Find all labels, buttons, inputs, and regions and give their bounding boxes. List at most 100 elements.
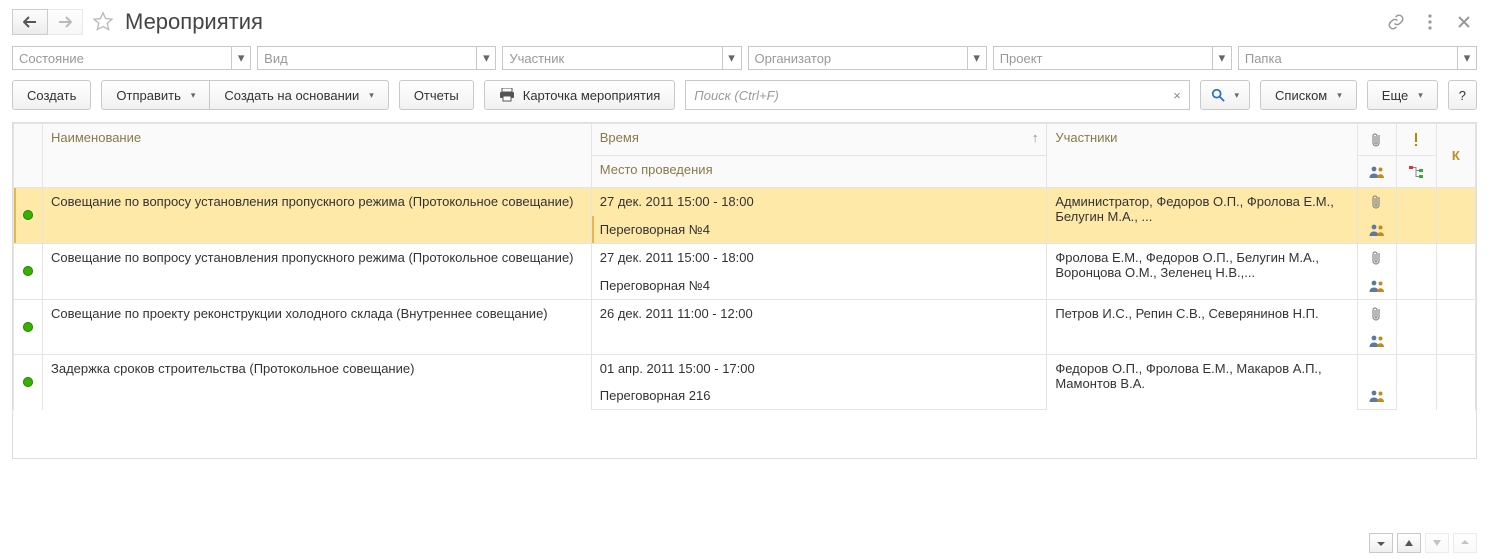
row-time: 26 дек. 2011 11:00 - 12:00: [591, 300, 1047, 329]
status-dot: [14, 188, 43, 244]
row-name: Совещание по вопросу установления пропус…: [42, 188, 591, 244]
print-card-button[interactable]: Карточка мероприятия: [484, 80, 676, 110]
chevron-down-icon[interactable]: ▾: [231, 46, 251, 70]
col-name[interactable]: Наименование: [42, 124, 591, 188]
reports-button[interactable]: Отчеты: [399, 80, 474, 110]
search-go-button[interactable]: ▾: [1200, 80, 1251, 110]
hierarchy-icon: [1405, 165, 1427, 179]
row-members: Петров И.С., Репин С.В., Северянинов Н.П…: [1047, 300, 1358, 355]
favorite-star-icon[interactable]: [89, 8, 117, 36]
row-priority: [1397, 244, 1436, 300]
row-name: Совещание по проекту реконструкции холод…: [42, 300, 591, 355]
sort-asc-icon: ↑: [1032, 130, 1039, 145]
kebab-menu-icon[interactable]: [1417, 9, 1443, 35]
filter-project-input[interactable]: [993, 46, 1212, 70]
table-row[interactable]: Совещание по вопросу установления пропус…: [14, 188, 1476, 217]
help-button-label: ?: [1459, 88, 1466, 103]
row-attach: [1357, 355, 1396, 383]
filter-member[interactable]: ▾: [502, 46, 741, 70]
create-button[interactable]: Создать: [12, 80, 91, 110]
status-dot: [14, 355, 43, 410]
search-clear-button[interactable]: ×: [1166, 80, 1190, 110]
more-button-label: Еще: [1382, 88, 1408, 103]
send-button[interactable]: Отправить ▾: [101, 80, 210, 110]
chevron-down-icon[interactable]: ▾: [1212, 46, 1232, 70]
printer-icon: [499, 88, 515, 102]
page-title: Мероприятия: [125, 9, 263, 35]
row-people: [1357, 272, 1396, 300]
chevron-down-icon: ▾: [369, 90, 374, 101]
list-mode-button[interactable]: Списком▾: [1260, 80, 1357, 110]
row-attach: [1357, 188, 1396, 217]
chevron-down-icon[interactable]: ▾: [476, 46, 496, 70]
row-place: Переговорная №4: [591, 272, 1047, 300]
filter-folder-input[interactable]: [1238, 46, 1457, 70]
help-button[interactable]: ?: [1448, 80, 1477, 110]
filter-member-input[interactable]: [502, 46, 721, 70]
col-place[interactable]: Место проведения: [591, 156, 1047, 188]
create-based-label: Создать на основании: [224, 88, 359, 103]
row-place: Переговорная №4: [591, 216, 1047, 244]
titlebar: Мероприятия: [0, 0, 1489, 40]
filter-state-input[interactable]: [12, 46, 231, 70]
reports-button-label: Отчеты: [414, 88, 459, 103]
col-status[interactable]: [14, 124, 43, 188]
row-name: Совещание по вопросу установления пропус…: [42, 244, 591, 300]
row-name: Задержка сроков строительства (Протоколь…: [42, 355, 591, 410]
chevron-down-icon[interactable]: ▾: [1457, 46, 1477, 70]
grid-empty-space: [13, 410, 1476, 458]
search-input[interactable]: [685, 80, 1165, 110]
col-attach[interactable]: [1357, 124, 1396, 156]
people-icon: [1366, 389, 1388, 403]
row-place: [591, 328, 1047, 355]
more-button[interactable]: Еще ▾: [1367, 80, 1438, 110]
scroll-top-button[interactable]: [1369, 533, 1393, 553]
status-dot: [14, 300, 43, 355]
filter-folder[interactable]: ▾: [1238, 46, 1477, 70]
col-k[interactable]: К: [1436, 124, 1475, 188]
row-people: [1357, 216, 1396, 244]
chevron-down-icon[interactable]: ▾: [722, 46, 742, 70]
filter-organizer-input[interactable]: [748, 46, 967, 70]
paperclip-icon: [1366, 306, 1388, 322]
col-time[interactable]: Время↑: [591, 124, 1047, 156]
row-time: 27 дек. 2011 15:00 - 18:00: [591, 244, 1047, 273]
people-icon: [1366, 223, 1388, 237]
print-card-label: Карточка мероприятия: [523, 88, 661, 103]
filter-project[interactable]: ▾: [993, 46, 1232, 70]
row-priority: [1397, 355, 1436, 410]
row-k: [1436, 244, 1475, 300]
scroll-down-button: [1425, 533, 1449, 553]
nav-forward-button: [47, 9, 83, 35]
filter-kind-input[interactable]: [257, 46, 476, 70]
table-row[interactable]: Совещание по вопросу установления пропус…: [14, 244, 1476, 273]
search-box[interactable]: ×: [685, 80, 1189, 110]
col-members-icon[interactable]: [1357, 156, 1396, 188]
chevron-down-icon[interactable]: ▾: [967, 46, 987, 70]
col-priority[interactable]: [1397, 124, 1436, 156]
table-row[interactable]: Совещание по проекту реконструкции холод…: [14, 300, 1476, 329]
close-icon[interactable]: [1451, 9, 1477, 35]
people-icon: [1366, 165, 1388, 179]
chevron-down-icon: ▾: [1235, 90, 1240, 101]
create-based-on-button[interactable]: Создать на основании ▾: [209, 80, 388, 110]
chevron-down-icon: ▾: [191, 90, 196, 101]
table-row[interactable]: Задержка сроков строительства (Протоколь…: [14, 355, 1476, 383]
chevron-down-icon: ▾: [1418, 90, 1423, 101]
filter-organizer[interactable]: ▾: [748, 46, 987, 70]
paperclip-icon: [1366, 132, 1388, 148]
list-mode-label: Списком: [1275, 88, 1327, 103]
paperclip-icon: [1366, 250, 1388, 266]
row-attach: [1357, 244, 1396, 273]
row-k: [1436, 188, 1475, 244]
col-tree-icon[interactable]: [1397, 156, 1436, 188]
row-attach: [1357, 300, 1396, 329]
row-place: Переговорная 216: [591, 382, 1047, 410]
link-icon[interactable]: [1383, 9, 1409, 35]
scroll-up-button[interactable]: [1397, 533, 1421, 553]
nav-back-button[interactable]: [12, 9, 48, 35]
filter-kind[interactable]: ▾: [257, 46, 496, 70]
filter-state[interactable]: ▾: [12, 46, 251, 70]
col-members[interactable]: Участники: [1047, 124, 1358, 188]
send-button-label: Отправить: [116, 88, 180, 103]
